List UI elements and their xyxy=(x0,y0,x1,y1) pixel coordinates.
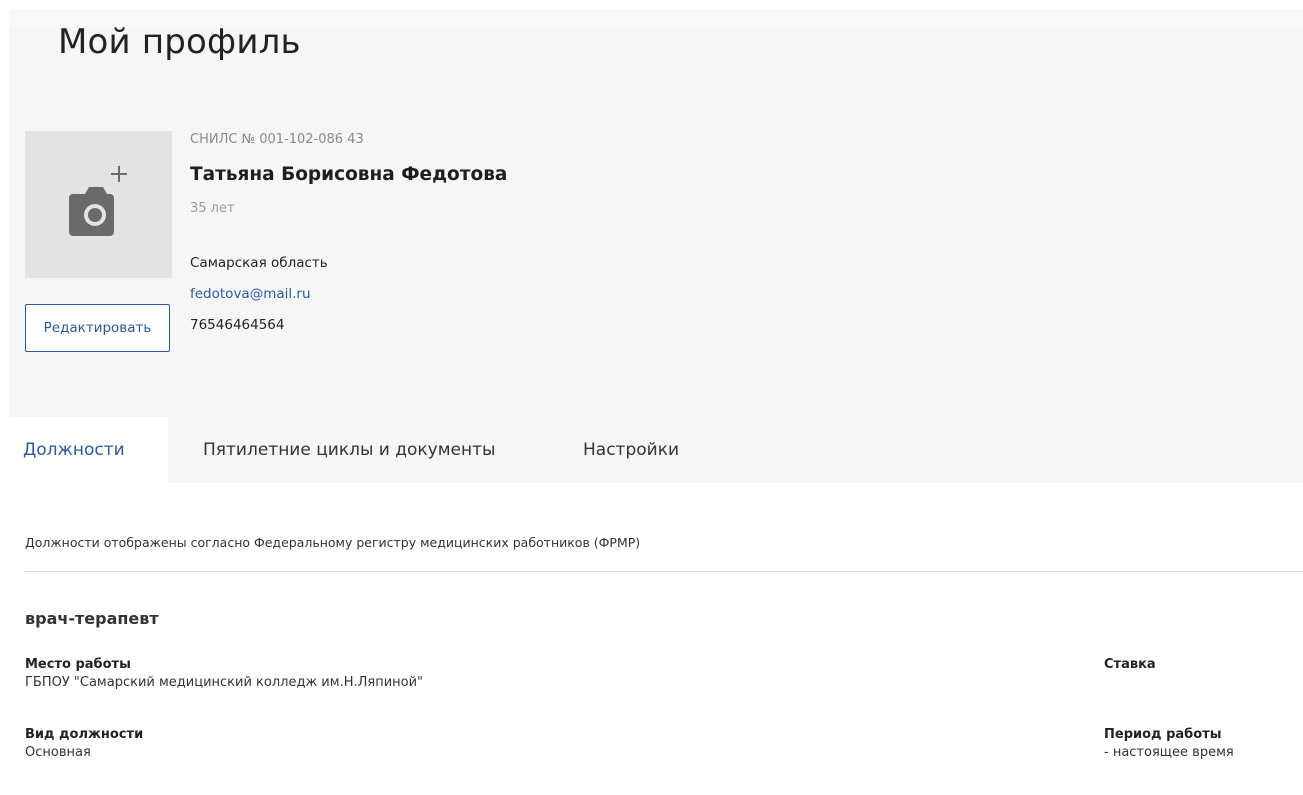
work-period-label: Период работы xyxy=(1104,727,1222,742)
workplace-value: ГБПОУ "Самарский медицинский колледж им.… xyxy=(25,675,424,690)
edit-profile-button[interactable]: Редактировать xyxy=(25,304,170,352)
rate-label: Ставка xyxy=(1104,657,1156,672)
profile-photo-upload[interactable] xyxy=(25,131,172,278)
page-title: Мой профиль xyxy=(58,22,301,62)
camera-add-icon xyxy=(69,166,127,236)
workplace-label: Место работы xyxy=(25,657,131,672)
position-type-value: Основная xyxy=(25,745,91,760)
user-age: 35 лет xyxy=(190,201,235,216)
tab-settings[interactable]: Настройки xyxy=(583,417,679,483)
tab-five-year-cycles[interactable]: Пятилетние циклы и документы xyxy=(203,417,495,483)
divider xyxy=(25,571,1303,572)
snils-number: СНИЛС № 001-102-086 43 xyxy=(190,132,364,147)
tab-positions[interactable]: Должности xyxy=(9,417,168,483)
user-full-name: Татьяна Борисовна Федотова xyxy=(190,164,508,185)
profile-page: Мой профиль Редактировать СНИЛС № 001-10… xyxy=(0,0,1303,795)
user-phone: 76546464564 xyxy=(190,317,285,333)
position-title: врач-терапевт xyxy=(25,609,159,628)
position-type-label: Вид должности xyxy=(25,727,144,742)
user-region: Самарская область xyxy=(190,255,328,271)
user-email-link[interactable]: fedotova@mail.ru xyxy=(190,286,311,302)
work-period-value: - настоящее время xyxy=(1104,745,1234,760)
positions-source-note: Должности отображены согласно Федерально… xyxy=(25,535,641,550)
